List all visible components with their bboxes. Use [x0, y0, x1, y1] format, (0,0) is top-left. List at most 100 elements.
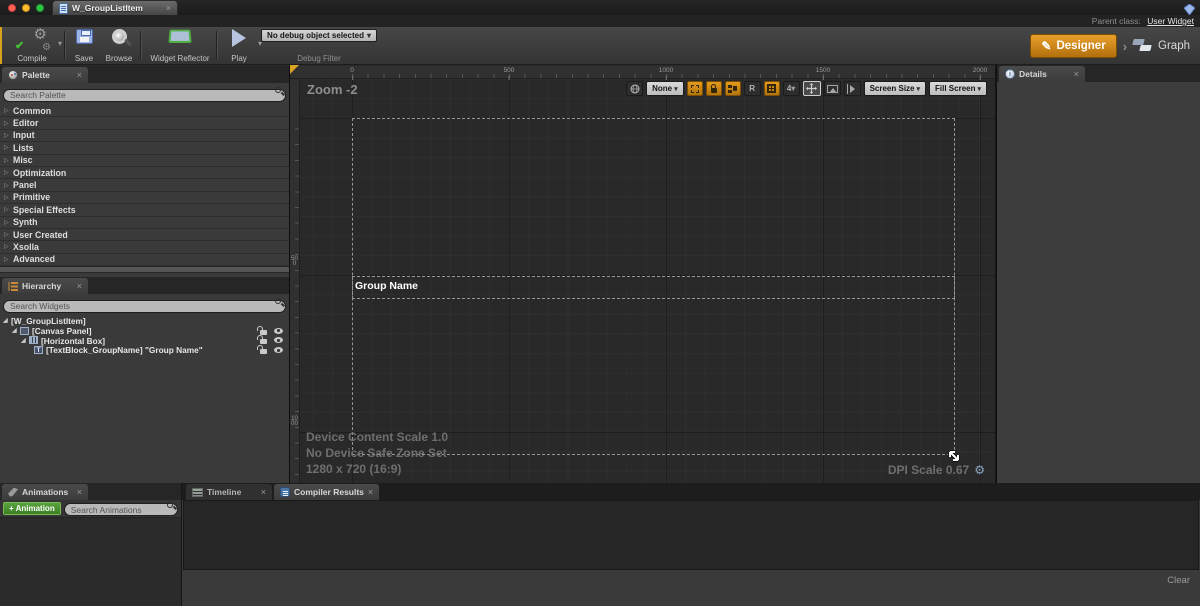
transform-mode-button[interactable] — [803, 81, 821, 96]
tree-node-canvas-panel[interactable]: [Canvas Panel] — [0, 326, 289, 336]
graph-mode-button[interactable]: Graph — [1133, 39, 1190, 53]
zoom-level-label: Zoom -2 — [307, 82, 358, 97]
palette-category-optimization[interactable]: Optimization — [0, 167, 289, 179]
visibility-eye-icon[interactable] — [274, 337, 283, 343]
minimize-window-button[interactable] — [22, 4, 30, 12]
palette-category-synth[interactable]: Synth — [0, 217, 289, 229]
browse-button[interactable]: Browse — [100, 29, 138, 63]
expander-icon[interactable] — [4, 219, 13, 226]
respect-locks-button[interactable] — [725, 81, 741, 96]
designer-mode-button[interactable]: ✎ Designer — [1030, 34, 1116, 58]
hierarchy-search-input[interactable] — [3, 300, 286, 313]
tree-node-root[interactable]: [W_GroupListItem] — [0, 316, 289, 326]
preview-background-button[interactable] — [824, 81, 841, 96]
lock-icon[interactable] — [260, 349, 267, 354]
palette-scrollbar[interactable] — [0, 266, 289, 273]
dropdown-caret-icon — [977, 84, 981, 93]
close-tab-icon[interactable] — [166, 4, 171, 13]
flip-preview-button[interactable] — [844, 81, 861, 96]
palette-body: Common Editor Input Lists Misc Optimizat… — [0, 83, 289, 277]
details-tab-bar: i Details — [997, 65, 1200, 82]
tab-hierarchy[interactable]: Hierarchy — [2, 278, 88, 294]
parent-class-link[interactable]: User Widget — [1147, 16, 1194, 26]
palette-category-xsolla[interactable]: Xsolla — [0, 241, 289, 253]
debug-filter-label: Debug Filter — [297, 54, 341, 63]
visibility-eye-icon[interactable] — [274, 328, 283, 334]
save-button[interactable]: Save — [69, 29, 99, 63]
expander-icon[interactable] — [4, 256, 13, 263]
tab-compiler-results[interactable]: Compiler Results — [274, 484, 379, 500]
expander-icon[interactable] — [4, 157, 13, 164]
tree-node-horizontal-box[interactable]: [Horizontal Box] — [0, 336, 289, 346]
palette-category-common[interactable]: Common — [0, 105, 289, 117]
tab-details[interactable]: i Details — [999, 66, 1085, 82]
close-panel-icon[interactable] — [368, 488, 373, 497]
raw-edit-toggle[interactable]: R — [744, 81, 761, 96]
design-canvas[interactable]: Zoom -2 None R 4 — [300, 79, 995, 483]
close-panel-icon[interactable] — [77, 282, 82, 291]
palette-search-input[interactable] — [3, 89, 286, 102]
expander-icon[interactable] — [4, 169, 13, 176]
expander-icon[interactable] — [4, 107, 13, 114]
compile-options-caret[interactable] — [58, 39, 62, 48]
play-button[interactable]: Play — [222, 29, 256, 63]
expander-icon[interactable] — [4, 132, 13, 139]
expander-icon[interactable] — [4, 194, 13, 201]
designer-icon: ✎ — [1041, 39, 1051, 53]
add-animation-button[interactable]: + Animation — [3, 502, 61, 515]
visibility-eye-icon[interactable] — [274, 347, 283, 353]
palette-category-primitive[interactable]: Primitive — [0, 192, 289, 204]
tab-timeline[interactable]: Timeline — [186, 484, 272, 500]
maximize-window-button[interactable] — [36, 4, 44, 12]
animations-icon — [8, 488, 18, 497]
close-panel-icon[interactable] — [77, 71, 82, 80]
palette-category-user-created[interactable]: User Created — [0, 229, 289, 241]
palette-category-advanced[interactable]: Advanced — [0, 254, 289, 266]
details-body — [997, 82, 1200, 483]
expander-icon[interactable] — [4, 243, 13, 250]
canvas-text-widget[interactable]: Group Name — [355, 280, 418, 292]
palette-category-panel[interactable]: Panel — [0, 179, 289, 191]
debug-object-dropdown[interactable]: No debug object selected — [261, 29, 377, 42]
expander-icon[interactable] — [4, 231, 13, 238]
grid-snap-toggle[interactable] — [764, 81, 780, 96]
animations-search-input[interactable] — [64, 503, 178, 516]
expander-icon[interactable] — [4, 120, 13, 127]
expander-icon[interactable] — [12, 327, 20, 334]
lock-icon[interactable] — [260, 330, 267, 335]
lock-icon[interactable] — [260, 339, 267, 344]
expander-icon[interactable] — [4, 182, 13, 189]
dpi-settings-gear-icon[interactable]: ⚙ — [974, 463, 985, 477]
lock-widgets-button[interactable] — [706, 81, 722, 96]
widget-reflector-icon — [168, 30, 191, 43]
toolbar-separator — [216, 31, 218, 59]
device-content-scale-label: Device Content Scale 1.0 — [306, 429, 448, 445]
palette-category-lists[interactable]: Lists — [0, 142, 289, 154]
grid-snap-size-dropdown[interactable]: 4 — [783, 81, 800, 96]
compile-button[interactable]: ⚙⚙✔ Compile — [6, 29, 58, 63]
expander-icon[interactable] — [3, 317, 11, 324]
palette-category-special-effects[interactable]: Special Effects — [0, 204, 289, 216]
localization-preview-button[interactable] — [626, 81, 643, 96]
tab-animations[interactable]: Animations — [2, 484, 88, 500]
tree-node-textblock[interactable]: T [TextBlock_GroupName] "Group Name" — [0, 345, 289, 355]
expander-icon[interactable] — [4, 144, 13, 151]
close-window-button[interactable] — [8, 4, 16, 12]
screen-size-dropdown[interactable]: Screen Size — [864, 81, 926, 96]
palette-category-input[interactable]: Input — [0, 130, 289, 142]
expander-icon[interactable] — [21, 337, 29, 344]
asset-tab[interactable]: W_GroupListItem — [52, 0, 178, 15]
close-panel-icon[interactable] — [261, 488, 266, 497]
fill-screen-dropdown[interactable]: Fill Screen — [929, 81, 987, 96]
expander-icon[interactable] — [4, 206, 13, 213]
clear-log-button[interactable]: Clear — [1167, 575, 1190, 586]
palette-category-misc[interactable]: Misc — [0, 155, 289, 167]
close-panel-icon[interactable] — [77, 488, 82, 497]
tab-palette[interactable]: Palette — [2, 67, 88, 83]
outline-toggle-button[interactable] — [687, 81, 703, 96]
preview-none-dropdown[interactable]: None — [646, 81, 684, 96]
palette-category-editor[interactable]: Editor — [0, 117, 289, 129]
hierarchy-icon — [8, 282, 18, 291]
close-panel-icon[interactable] — [1074, 70, 1079, 79]
widget-reflector-button[interactable]: Widget Reflector — [146, 29, 214, 63]
